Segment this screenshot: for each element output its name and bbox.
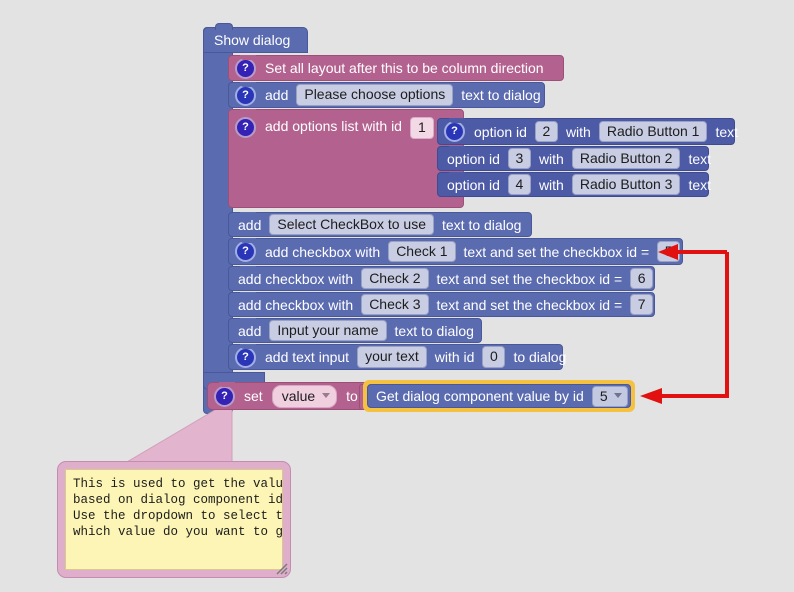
set-value-prefix: set (244, 388, 263, 404)
option-mid: with (538, 176, 564, 193)
add-prompt-prefix: add (265, 87, 289, 103)
text-input-placeholder-field[interactable]: your text (357, 346, 427, 368)
question-mark-icon[interactable]: ? (235, 57, 256, 79)
statement-add-prompt-text[interactable]: ? add Please choose options text to dial… (228, 82, 545, 108)
component-id-dropdown-value: 5 (599, 387, 608, 404)
statement-add-name-label[interactable]: add Input your name text to dialog (228, 318, 482, 343)
text-input-mid: with id (434, 349, 475, 365)
option-row-1[interactable]: ? option id 2 with Radio Button 1 text (437, 118, 738, 145)
checkbox-prefix: add checkbox with (238, 296, 354, 313)
variable-dropdown[interactable]: value (271, 384, 338, 408)
block-connector-notch (240, 238, 256, 243)
getter-dialog-component-value[interactable]: Get dialog component value by id 5 (367, 384, 631, 408)
checkbox-label-prefix: add (238, 216, 262, 233)
block-connector-notch (219, 382, 235, 387)
option-text-field[interactable]: Radio Button 3 (571, 173, 681, 196)
blockly-workspace[interactable]: Show dialog ? Set all layout after this … (0, 0, 794, 592)
checkbox-label-suffix: text to dialog (442, 216, 522, 233)
block-connector-notch (449, 146, 465, 151)
question-mark-icon[interactable]: ? (444, 121, 465, 142)
statement-add-checkbox-3[interactable]: add checkbox with Check 3 text and set t… (228, 292, 655, 317)
show-dialog-block[interactable]: Show dialog (203, 23, 308, 53)
option-suffix: text (715, 123, 739, 140)
statement-set-layout[interactable]: ? Set all layout after this to be column… (228, 55, 564, 81)
set-layout-label: Set all layout after this to be column d… (265, 60, 544, 76)
prompt-text-field[interactable]: Please choose options (296, 84, 454, 106)
block-connector-notch (449, 172, 465, 177)
checkbox-mid: text and set the checkbox id = (463, 243, 650, 260)
checkbox-prefix: add checkbox with (265, 243, 381, 260)
text-input-prefix: add text input (265, 349, 350, 365)
statement-add-options-list[interactable]: ? add options list with id 1 (228, 109, 464, 208)
name-label-field[interactable]: Input your name (269, 319, 387, 342)
question-mark-icon[interactable]: ? (235, 84, 256, 106)
annotation-arrow (640, 244, 729, 404)
name-label-prefix: add (238, 322, 262, 339)
checkbox-text-field[interactable]: Check 2 (361, 267, 429, 290)
option-text-field[interactable]: Radio Button 1 (598, 120, 708, 143)
block-connector-notch (240, 109, 256, 114)
text-input-id-field[interactable]: 0 (482, 346, 506, 368)
block-connector-notch (240, 344, 256, 349)
add-prompt-suffix: text to dialog (461, 87, 541, 103)
add-options-list-label: add options list with id (265, 118, 402, 134)
option-row-3[interactable]: option id 4 with Radio Button 3 text (437, 172, 711, 197)
question-mark-icon[interactable]: ? (235, 241, 256, 262)
options-list-id-field[interactable]: 1 (409, 117, 434, 139)
block-connector-notch (449, 118, 465, 123)
option-id-field[interactable]: 4 (507, 173, 531, 196)
option-prefix: option id (474, 123, 527, 140)
option-suffix: text (688, 150, 712, 167)
statement-add-text-input[interactable]: ? add text input your text with id 0 to … (228, 344, 566, 370)
show-dialog-label: Show dialog (214, 32, 291, 48)
name-label-suffix: text to dialog (394, 322, 474, 339)
question-mark-icon[interactable]: ? (235, 117, 256, 138)
block-connector-notch (240, 212, 256, 217)
block-connector-notch (240, 82, 256, 87)
block-connector-notch (240, 55, 256, 60)
option-prefix: option id (447, 176, 500, 193)
statement-set-value[interactable]: ? set value to (207, 382, 375, 410)
comment-text[interactable]: This is used to get the value based on d… (65, 469, 283, 570)
option-id-field[interactable]: 3 (507, 147, 531, 170)
block-connector-bump (215, 23, 233, 30)
getter-label: Get dialog component value by id (376, 388, 584, 404)
resize-handle-icon[interactable] (276, 563, 288, 575)
checkbox-mid: text and set the checkbox id = (436, 296, 623, 313)
checkbox-label-field[interactable]: Select CheckBox to use (269, 213, 434, 236)
variable-dropdown-value: value (281, 387, 316, 404)
chevron-down-icon (613, 393, 622, 398)
option-text-field[interactable]: Radio Button 2 (571, 147, 681, 170)
question-mark-icon[interactable]: ? (235, 346, 256, 368)
checkbox-prefix: add checkbox with (238, 270, 354, 287)
checkbox-mid: text and set the checkbox id = (436, 270, 623, 287)
chevron-down-icon (322, 393, 331, 398)
statement-add-checkbox-label[interactable]: add Select CheckBox to use text to dialo… (228, 212, 532, 237)
option-id-field[interactable]: 2 (534, 120, 558, 143)
option-row-2[interactable]: option id 3 with Radio Button 2 text (437, 146, 711, 171)
statement-add-checkbox-1[interactable]: ? add checkbox with Check 1 text and set… (228, 238, 683, 265)
comment-bubble[interactable]: This is used to get the value based on d… (57, 461, 291, 578)
component-id-dropdown[interactable]: 5 (591, 385, 628, 407)
option-mid: with (538, 150, 564, 167)
checkbox-text-field[interactable]: Check 3 (361, 293, 429, 316)
text-input-suffix: to dialog (513, 349, 567, 365)
option-suffix: text (688, 176, 712, 193)
block-connector-notch (240, 266, 256, 271)
checkbox-text-field[interactable]: Check 1 (388, 240, 456, 263)
question-mark-icon[interactable]: ? (214, 385, 235, 407)
statement-add-checkbox-2[interactable]: add checkbox with Check 2 text and set t… (228, 266, 655, 291)
block-connector-notch (240, 318, 256, 323)
option-prefix: option id (447, 150, 500, 167)
option-mid: with (565, 123, 591, 140)
block-connector-notch (240, 292, 256, 297)
